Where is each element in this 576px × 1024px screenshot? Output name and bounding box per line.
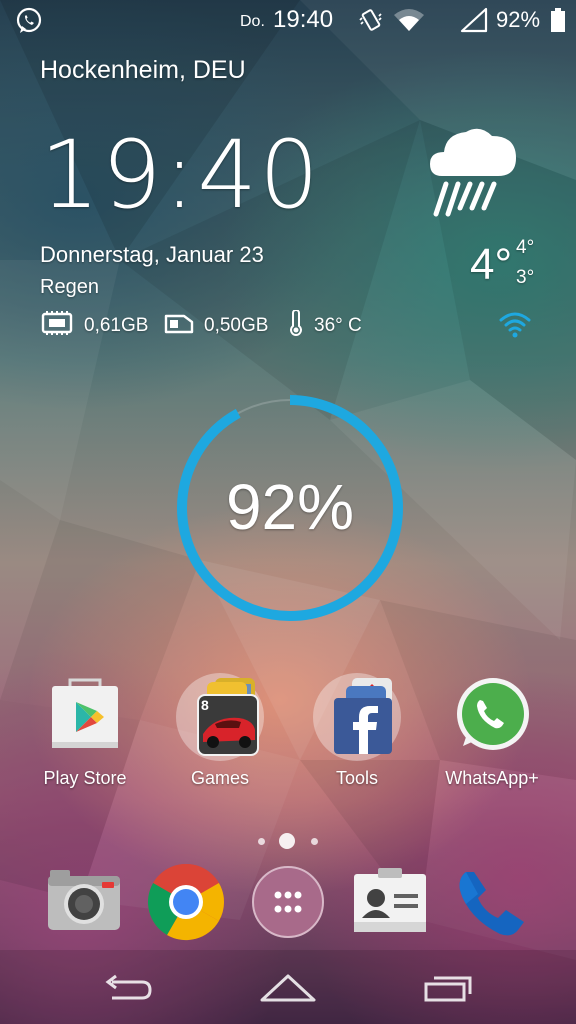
app-tools-folder[interactable]: Tools [292, 672, 422, 789]
thermometer-icon [288, 309, 304, 342]
home-icon[interactable] [256, 968, 320, 1008]
app-drawer-icon[interactable] [248, 862, 328, 942]
app-label: WhatsApp+ [445, 768, 539, 788]
app-label: Games [190, 768, 250, 788]
battery-temp-value: 36° C [314, 315, 362, 336]
app-label: Tools [335, 768, 379, 788]
weather-condition: Regen [40, 276, 99, 298]
chrome-icon[interactable] [146, 862, 226, 942]
date-label: Donnerstag, Januar 23 [40, 242, 264, 267]
ram-icon [40, 310, 74, 342]
app-whatsapp-plus[interactable]: WhatsApp+ [427, 672, 557, 789]
status-bar: Do. 19:40 92% [0, 0, 576, 40]
app-games-folder[interactable]: 8 Games [155, 672, 285, 789]
status-time: 19:40 [273, 6, 334, 33]
page-dot-2-current[interactable] [279, 833, 295, 849]
temperature-current: 4° [470, 240, 513, 289]
page-dot-3[interactable] [311, 838, 318, 845]
ram-stat: 0,61GB [40, 310, 148, 342]
wifi-status-icon [498, 310, 532, 338]
app-play-store[interactable]: Play Store [20, 672, 150, 789]
contacts-icon[interactable] [350, 862, 430, 942]
storage-stat: 0,50GB [164, 310, 268, 342]
storage-value: 0,50GB [204, 315, 269, 336]
play-store-icon [40, 672, 130, 762]
temperature-low: 3° [516, 267, 535, 288]
status-day: Do. [240, 13, 265, 30]
whatsapp-icon [14, 6, 44, 36]
tools-folder-icon [312, 672, 402, 762]
camera-icon[interactable] [44, 862, 124, 942]
battery-icon [550, 8, 566, 32]
wifi-icon [393, 7, 425, 33]
ram-value: 0,61GB [84, 315, 149, 336]
signal-icon [460, 7, 488, 33]
phone-icon[interactable] [452, 862, 532, 942]
storage-icon [164, 312, 194, 340]
location-label: Hockenheim, DEU [40, 56, 246, 84]
recents-icon[interactable] [416, 968, 480, 1008]
rain-cloud-icon[interactable] [428, 122, 518, 218]
page-dot-1[interactable] [258, 838, 265, 845]
status-battery-percent: 92% [496, 7, 541, 32]
app-label: Play Store [43, 768, 127, 788]
whatsapp-plus-icon [447, 672, 537, 762]
games-folder-icon: 8 [175, 672, 265, 762]
temperature-high: 4° [516, 237, 535, 258]
back-icon[interactable] [96, 968, 160, 1008]
svg-text:8: 8 [201, 697, 209, 713]
clock[interactable]: 19:40 [40, 126, 321, 226]
battery-temp-stat: 36° C [288, 309, 362, 342]
battery-percent-label: 92% [225, 471, 355, 543]
vibrate-icon [357, 6, 385, 34]
